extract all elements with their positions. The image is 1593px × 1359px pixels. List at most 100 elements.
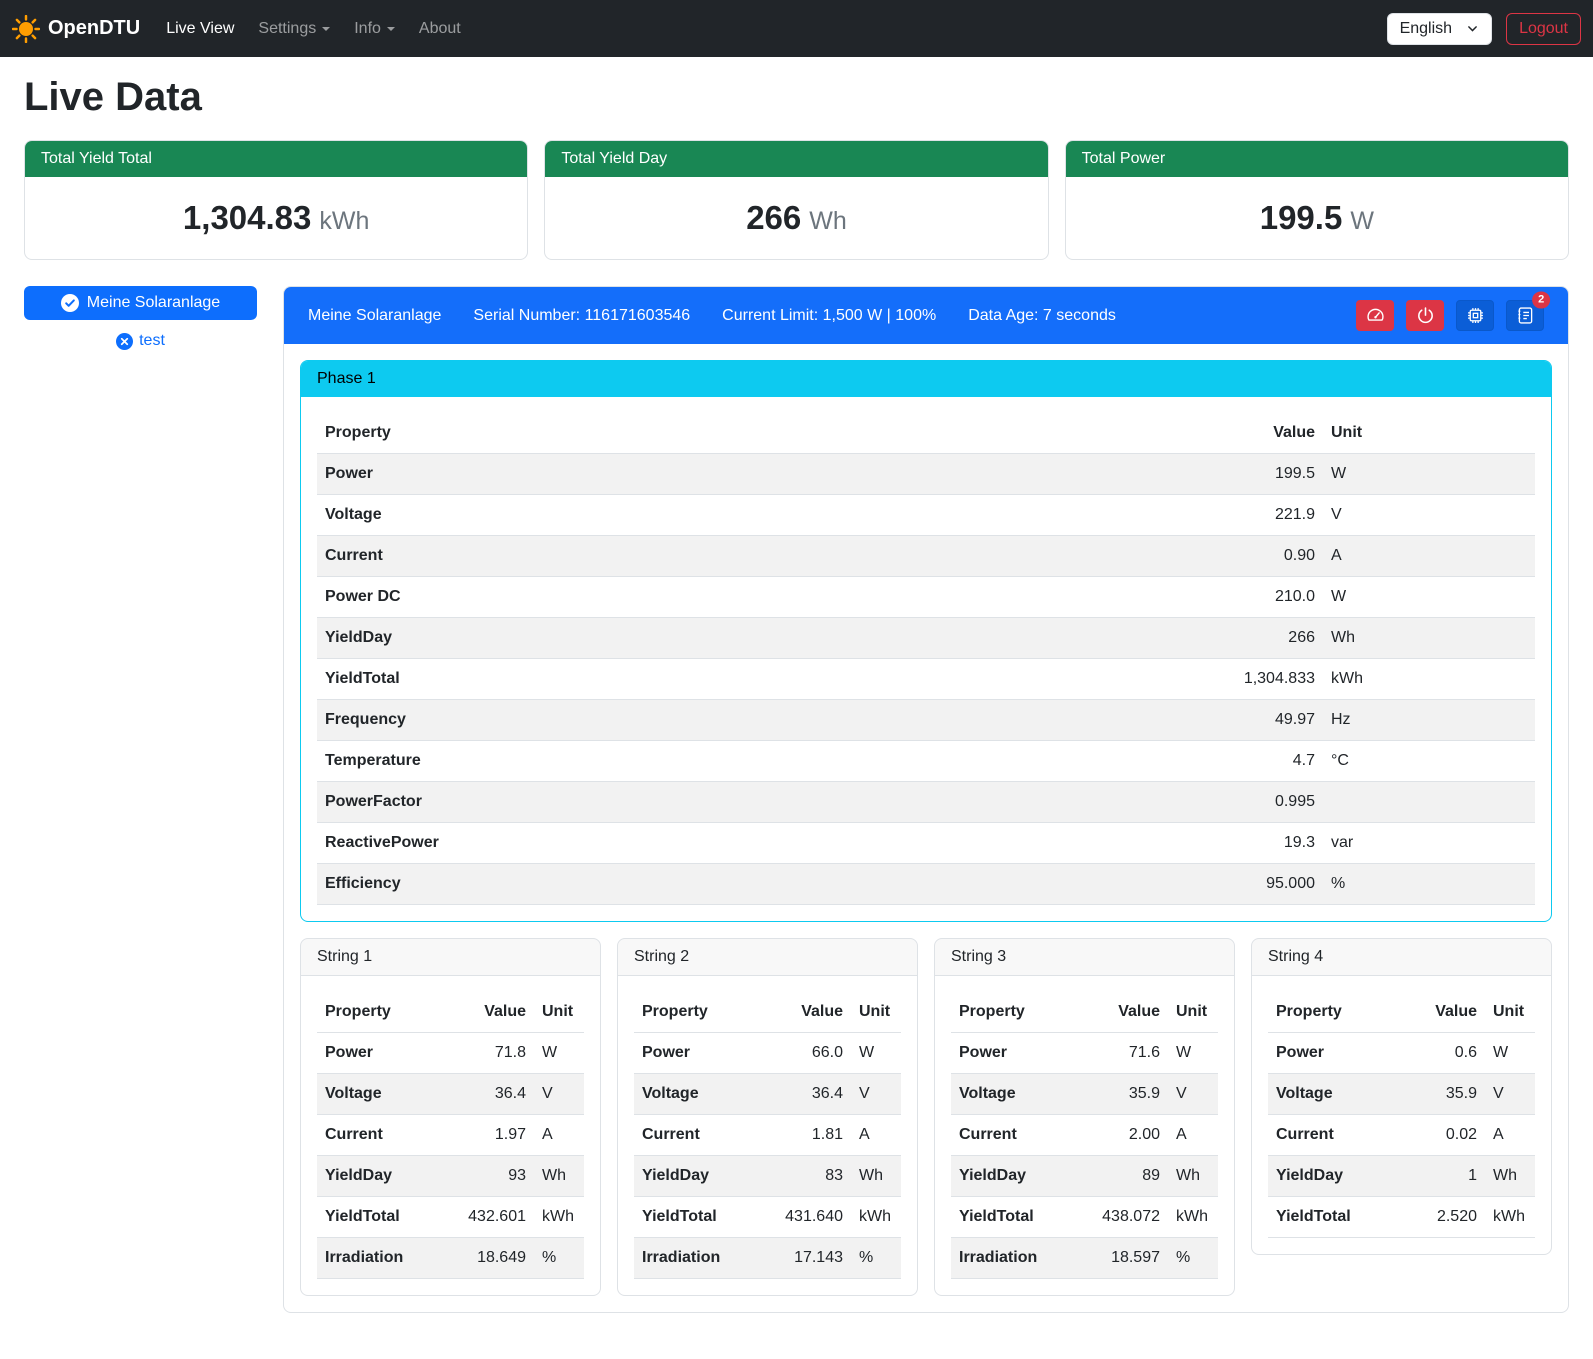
card-body: 266Wh (545, 177, 1047, 259)
unit-cell: kWh (1485, 1197, 1535, 1238)
unit-cell: A (1485, 1115, 1535, 1156)
value-cell: 66.0 (773, 1033, 851, 1074)
nav-item-about[interactable]: About (411, 12, 469, 46)
phase-card: Phase 1 Property Value Unit Power199.5WV… (300, 360, 1552, 922)
table-row: Current2.00A (951, 1115, 1218, 1156)
sun-icon (12, 15, 40, 43)
limit-settings-button[interactable] (1356, 300, 1394, 331)
string-1-table: Property Value Unit Power71.8WVoltage36.… (317, 992, 584, 1279)
device-info-button[interactable] (1456, 300, 1494, 331)
table-row: Voltage35.9V (1268, 1074, 1535, 1115)
property-cell: Power (1268, 1033, 1407, 1074)
unit-cell: Wh (1168, 1156, 1218, 1197)
inverter-card: Meine Solaranlage Serial Number: 1161716… (283, 286, 1569, 1313)
table-row: Current1.81A (634, 1115, 901, 1156)
unit-cell: % (1323, 864, 1535, 905)
table-row: Current0.90A (317, 536, 1535, 577)
eventlog-button[interactable]: 2 (1506, 300, 1544, 331)
inverter-limit: Current Limit: 1,500 W | 100% (722, 307, 936, 325)
table-row: Temperature4.7°C (317, 741, 1535, 782)
value-cell: 18.597 (1090, 1238, 1168, 1279)
cpu-icon (1465, 305, 1486, 326)
unit-cell: W (1323, 454, 1535, 495)
total-power-unit: W (1350, 207, 1374, 235)
selected-inverter-button[interactable]: Meine Solaranlage (24, 286, 257, 320)
unit-cell: W (851, 1033, 901, 1074)
unit-cell: var (1323, 823, 1535, 864)
table-row: Irradiation17.143% (634, 1238, 901, 1279)
property-cell: Temperature (317, 741, 1213, 782)
string-card-header: String 3 (935, 939, 1234, 976)
strings-grid: String 1 Property Value Unit (300, 938, 1552, 1296)
nav-item-label: Info (354, 20, 381, 38)
property-cell: YieldDay (317, 1156, 456, 1197)
unit-cell: A (1168, 1115, 1218, 1156)
property-column-header: Property (317, 413, 1213, 454)
chevron-down-icon (387, 27, 395, 31)
value-cell: 19.3 (1213, 823, 1323, 864)
property-cell: Power DC (317, 577, 1213, 618)
value-cell: 0.995 (1213, 782, 1323, 823)
property-cell: Power (951, 1033, 1090, 1074)
property-cell: Current (1268, 1115, 1407, 1156)
phase-card-header: Phase 1 (301, 361, 1551, 397)
language-value: English (1400, 20, 1452, 38)
phase-card-body: Property Value Unit Power199.5WVoltage22… (301, 397, 1551, 921)
property-cell: YieldTotal (317, 1197, 456, 1238)
property-cell: Voltage (1268, 1074, 1407, 1115)
total-yield-day-card: Total Yield Day 266Wh (544, 140, 1048, 260)
selected-inverter-label: Meine Solaranlage (87, 294, 220, 312)
unit-cell: W (1323, 577, 1535, 618)
table-row: Voltage36.4V (317, 1074, 584, 1115)
brand[interactable]: OpenDTU (12, 15, 140, 43)
property-cell: YieldTotal (317, 659, 1213, 700)
table-row: Power199.5W (317, 454, 1535, 495)
string-4-table: Property Value Unit Power0.6WVoltage35.9… (1268, 992, 1535, 1238)
property-cell: YieldTotal (1268, 1197, 1407, 1238)
property-cell: Current (317, 536, 1213, 577)
table-row: PowerFactor0.995 (317, 782, 1535, 823)
unit-cell: kWh (851, 1197, 901, 1238)
property-cell: YieldDay (951, 1156, 1090, 1197)
string-card-header: String 2 (618, 939, 917, 976)
value-cell: 0.02 (1407, 1115, 1485, 1156)
property-cell: YieldDay (317, 618, 1213, 659)
navbar: OpenDTU Live View Settings Info About En… (0, 0, 1593, 57)
unit-cell: V (1485, 1074, 1535, 1115)
property-cell: Irradiation (317, 1238, 456, 1279)
table-row: YieldTotal1,304.833kWh (317, 659, 1535, 700)
power-settings-button[interactable] (1406, 300, 1444, 331)
unit-cell: % (534, 1238, 584, 1279)
table-row: YieldDay89Wh (951, 1156, 1218, 1197)
brand-label: OpenDTU (48, 17, 140, 40)
property-cell: Voltage (634, 1074, 773, 1115)
property-cell: Voltage (317, 1074, 456, 1115)
nav-item-live-view[interactable]: Live View (158, 12, 242, 46)
nav-item-info[interactable]: Info (346, 12, 403, 46)
language-select[interactable]: English (1387, 13, 1492, 45)
value-cell: 1 (1407, 1156, 1485, 1197)
unit-cell: % (1168, 1238, 1218, 1279)
value-column-header: Value (1213, 413, 1323, 454)
value-cell: 2.520 (1407, 1197, 1485, 1238)
nav-links: Live View Settings Info About (154, 12, 473, 46)
nav-item-settings[interactable]: Settings (250, 12, 338, 46)
event-count-badge: 2 (1532, 292, 1550, 309)
table-row: YieldTotal431.640kWh (634, 1197, 901, 1238)
string-card-body: Property Value Unit Power71.8WVoltage36.… (301, 976, 600, 1295)
table-row: Power DC210.0W (317, 577, 1535, 618)
value-cell: 1,304.833 (1213, 659, 1323, 700)
value-cell: 49.97 (1213, 700, 1323, 741)
value-cell: 266 (1213, 618, 1323, 659)
value-cell: 432.601 (456, 1197, 534, 1238)
total-yield-total-value: 1,304.83 (183, 199, 311, 236)
content-row: Meine Solaranlage test Meine Solaranlage… (24, 286, 1569, 1313)
chevron-down-icon (322, 27, 330, 31)
inverter-card-header: Meine Solaranlage Serial Number: 1161716… (284, 287, 1568, 344)
total-power-card: Total Power 199.5W (1065, 140, 1569, 260)
nav-item-label: About (419, 20, 461, 38)
card-header: Total Yield Total (25, 141, 527, 177)
value-cell: 35.9 (1090, 1074, 1168, 1115)
logout-button[interactable]: Logout (1506, 13, 1581, 45)
inverter-item-test[interactable]: test (24, 332, 257, 350)
